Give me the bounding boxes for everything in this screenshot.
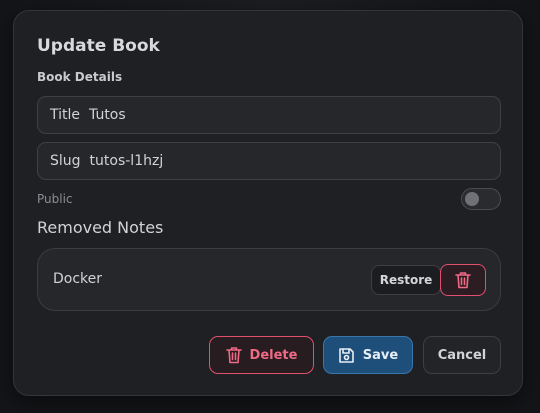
slug-field-label: Slug xyxy=(50,153,81,169)
toggle-knob xyxy=(465,192,479,206)
slug-field[interactable]: Slug tutos-l1hzj xyxy=(37,142,501,180)
title-field-value[interactable]: Tutos xyxy=(89,107,126,123)
public-label: Public xyxy=(37,192,73,206)
update-book-modal: Update Book Book Details Title Tutos Slu… xyxy=(13,10,523,396)
save-icon xyxy=(338,347,354,363)
delete-button-label: Delete xyxy=(249,347,298,363)
trash-icon xyxy=(455,272,471,289)
save-button[interactable]: Save xyxy=(323,336,413,374)
permanent-delete-note-button[interactable] xyxy=(440,264,486,296)
removed-note-item: Docker Restore xyxy=(37,248,501,311)
title-field[interactable]: Title Tutos xyxy=(37,96,501,134)
restore-button[interactable]: Restore xyxy=(371,265,441,295)
removed-notes-heading: Removed Notes xyxy=(37,218,164,237)
modal-title: Update Book xyxy=(37,36,160,56)
title-field-label: Title xyxy=(50,107,81,123)
trash-icon xyxy=(225,347,242,364)
cancel-button[interactable]: Cancel xyxy=(423,336,501,374)
public-toggle[interactable] xyxy=(461,188,501,210)
slug-field-value[interactable]: tutos-l1hzj xyxy=(90,153,164,169)
delete-book-button[interactable]: Delete xyxy=(209,336,314,374)
book-details-label: Book Details xyxy=(37,70,123,84)
removed-note-name: Docker xyxy=(53,271,103,287)
save-button-label: Save xyxy=(362,347,399,363)
